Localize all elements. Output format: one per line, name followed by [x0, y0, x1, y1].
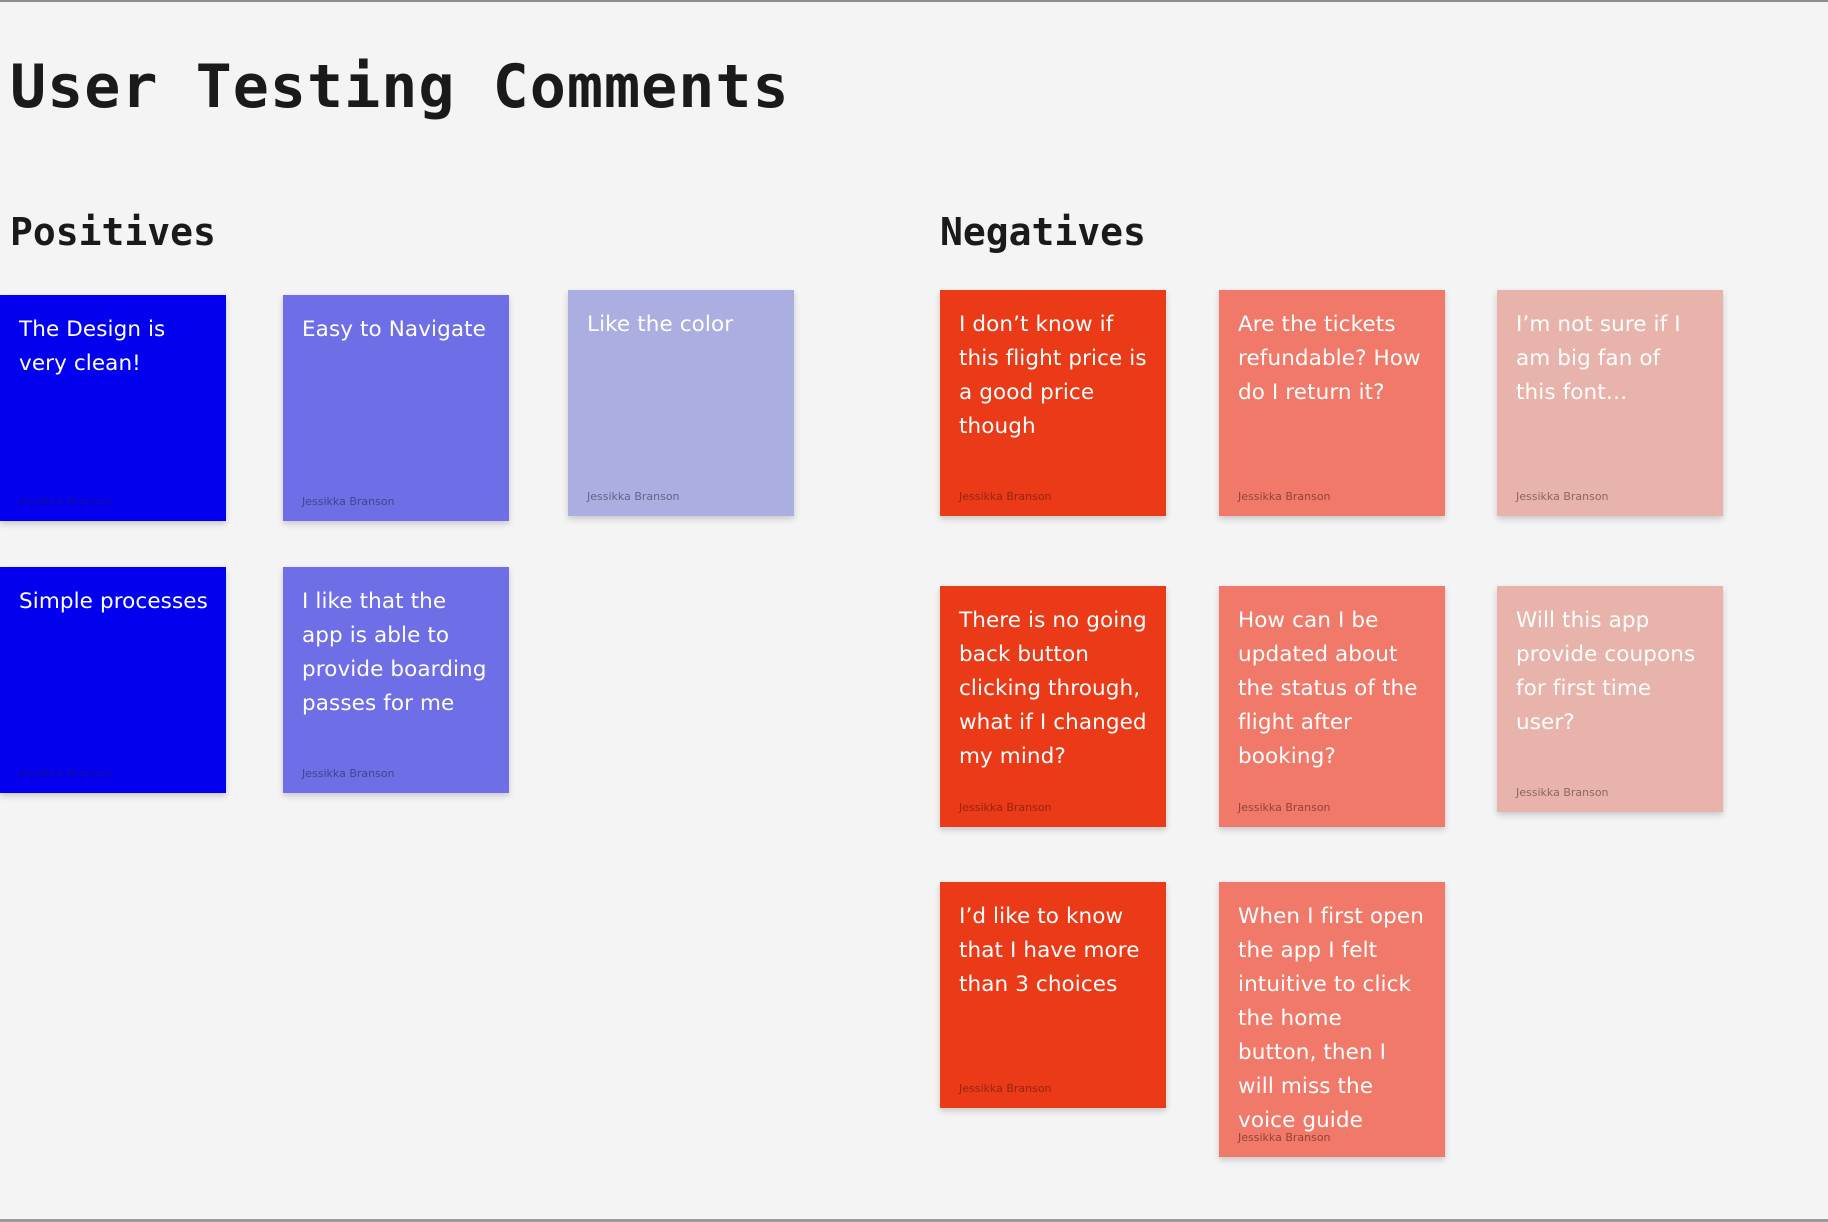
section-title-positives: Positives [10, 210, 216, 254]
page-title: User Testing Comments [10, 52, 790, 122]
top-border [0, 0, 1828, 2]
note-author: Jessikka Branson [587, 490, 680, 503]
sticky-note[interactable]: Simple processes Jessikka Branson [0, 567, 226, 793]
note-text: Are the tickets refundable? How do I ret… [1238, 312, 1421, 405]
note-author: Jessikka Branson [959, 490, 1052, 503]
section-title-negatives: Negatives [940, 210, 1146, 254]
note-text: Simple processes [19, 589, 208, 614]
note-text: When I first open the app I felt intuiti… [1238, 904, 1424, 1133]
note-author: Jessikka Branson [302, 495, 395, 508]
note-author: Jessikka Branson [959, 801, 1052, 814]
sticky-note[interactable]: I like that the app is able to provide b… [283, 567, 509, 793]
note-text: I’m not sure if I am big fan of this fon… [1516, 312, 1681, 405]
note-author: Jessikka Branson [19, 495, 112, 508]
sticky-note[interactable]: Like the color Jessikka Branson [568, 290, 794, 516]
note-author: Jessikka Branson [959, 1082, 1052, 1095]
note-text: I’d like to know that I have more than 3… [959, 904, 1140, 997]
note-text: I like that the app is able to provide b… [302, 589, 487, 716]
note-text: There is no going back button clicking t… [959, 608, 1147, 769]
sticky-note[interactable]: Easy to Navigate Jessikka Branson [283, 295, 509, 521]
sticky-note[interactable]: There is no going back button clicking t… [940, 586, 1166, 827]
sticky-note[interactable]: When I first open the app I felt intuiti… [1219, 882, 1445, 1157]
note-author: Jessikka Branson [302, 767, 395, 780]
note-author: Jessikka Branson [1516, 786, 1609, 799]
sticky-note[interactable]: Are the tickets refundable? How do I ret… [1219, 290, 1445, 516]
sticky-note[interactable]: I’d like to know that I have more than 3… [940, 882, 1166, 1108]
note-text: I don’t know if this flight price is a g… [959, 312, 1147, 439]
note-text: The Design is very clean! [19, 317, 166, 376]
sticky-note[interactable]: I’m not sure if I am big fan of this fon… [1497, 290, 1723, 516]
sticky-note[interactable]: I don’t know if this flight price is a g… [940, 290, 1166, 516]
note-text: Like the color [587, 312, 734, 337]
note-text: Easy to Navigate [302, 317, 486, 342]
sticky-note[interactable]: The Design is very clean! Jessikka Brans… [0, 295, 226, 521]
note-text: How can I be updated about the status of… [1238, 608, 1418, 769]
note-text: Will this app provide coupons for first … [1516, 608, 1696, 735]
note-author: Jessikka Branson [1238, 1131, 1331, 1144]
note-author: Jessikka Branson [1238, 801, 1331, 814]
sticky-note[interactable]: Will this app provide coupons for first … [1497, 586, 1723, 812]
sticky-note[interactable]: How can I be updated about the status of… [1219, 586, 1445, 827]
note-author: Jessikka Branson [1516, 490, 1609, 503]
note-author: Jessikka Branson [1238, 490, 1331, 503]
note-author: Jessikka Branson [19, 767, 112, 780]
